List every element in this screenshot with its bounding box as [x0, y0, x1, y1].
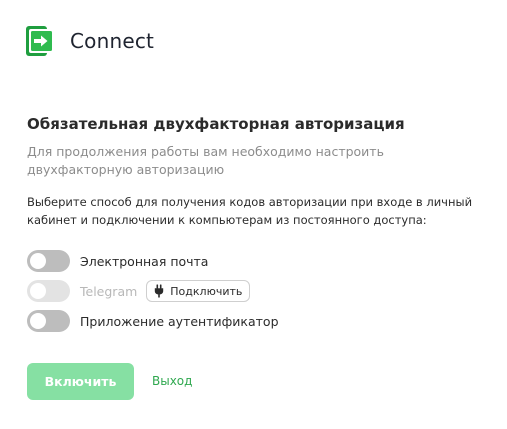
option-authenticator: Приложение аутентификатор	[27, 309, 279, 333]
plug-icon	[155, 284, 164, 298]
enable-button[interactable]: Включить	[27, 363, 134, 400]
brand-name: Connect	[70, 29, 155, 53]
email-toggle[interactable]	[27, 250, 70, 272]
authenticator-toggle[interactable]	[27, 310, 70, 332]
authenticator-label: Приложение аутентификатор	[80, 313, 279, 329]
email-label: Электронная почта	[80, 253, 209, 269]
page-title: Обязательная двухфакторная авторизация	[27, 115, 405, 133]
brand-logo: Connect	[26, 26, 154, 56]
toggle-knob	[30, 283, 46, 299]
telegram-toggle	[27, 280, 70, 302]
toggle-knob	[30, 313, 46, 329]
page-subtitle: Для продолжения работы вам необходимо на…	[27, 144, 384, 177]
connect-telegram-button[interactable]: Подключить	[146, 280, 251, 302]
logout-link[interactable]: Выход	[152, 374, 192, 388]
option-email: Электронная почта	[27, 249, 208, 273]
telegram-label: Telegram	[80, 283, 138, 299]
connect-button-label: Подключить	[170, 284, 243, 298]
toggle-knob	[30, 253, 46, 269]
method-description: Выберите способ для получения кодов авто…	[27, 195, 473, 227]
option-telegram: Telegram Подключить	[27, 279, 251, 303]
connect-logo-icon	[26, 26, 54, 56]
